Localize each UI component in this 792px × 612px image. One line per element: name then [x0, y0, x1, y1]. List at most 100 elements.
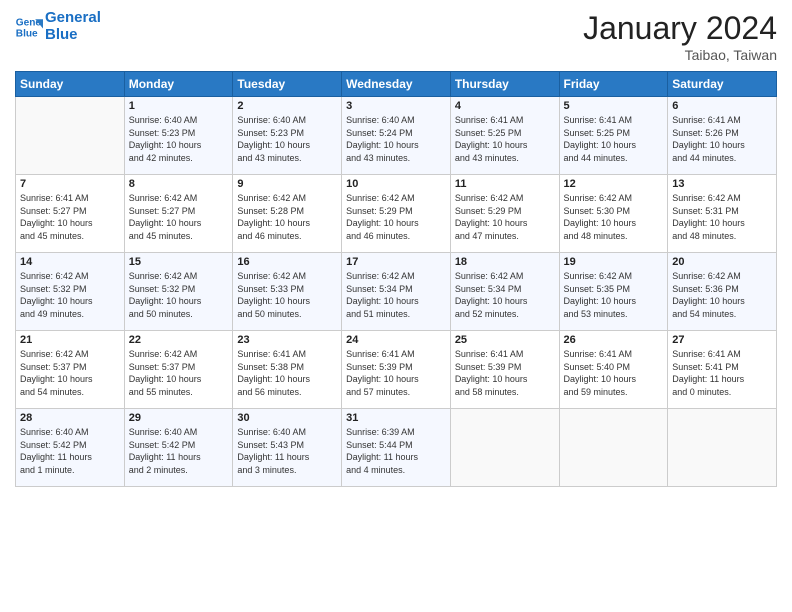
day-info: Sunrise: 6:41 AM Sunset: 5:25 PM Dayligh…: [455, 114, 555, 164]
calendar-cell: 7 Sunrise: 6:41 AM Sunset: 5:27 PM Daylig…: [16, 175, 125, 253]
logo: General Blue General Blue: [15, 10, 101, 43]
day-info: Sunrise: 6:42 AM Sunset: 5:31 PM Dayligh…: [672, 192, 772, 242]
calendar-header-row: SundayMondayTuesdayWednesdayThursdayFrid…: [16, 72, 777, 97]
day-info: Sunrise: 6:40 AM Sunset: 5:23 PM Dayligh…: [129, 114, 229, 164]
calendar-cell: 5 Sunrise: 6:41 AM Sunset: 5:25 PM Daylig…: [559, 97, 668, 175]
day-info: Sunrise: 6:42 AM Sunset: 5:37 PM Dayligh…: [20, 348, 120, 398]
day-number: 15: [129, 256, 229, 268]
calendar-cell: 20 Sunrise: 6:42 AM Sunset: 5:36 PM Dayli…: [668, 253, 777, 331]
calendar-cell: 17Sunrise: 6:42 AM Sunset: 5:34 PM Dayli…: [342, 253, 451, 331]
day-info: Sunrise: 6:41 AM Sunset: 5:39 PM Dayligh…: [346, 348, 446, 398]
calendar-cell: 22Sunrise: 6:42 AM Sunset: 5:37 PM Dayli…: [124, 331, 233, 409]
day-number: 6: [672, 100, 772, 112]
day-number: 17: [346, 256, 446, 268]
day-info: Sunrise: 6:42 AM Sunset: 5:36 PM Dayligh…: [672, 270, 772, 320]
calendar-cell: 16Sunrise: 6:42 AM Sunset: 5:33 PM Dayli…: [233, 253, 342, 331]
day-number: 10: [346, 178, 446, 190]
day-number: 11: [455, 178, 555, 190]
day-header-friday: Friday: [559, 72, 668, 97]
logo-text-general: General: [45, 10, 101, 27]
day-header-wednesday: Wednesday: [342, 72, 451, 97]
location-title: Taibao, Taiwan: [583, 47, 777, 63]
day-info: Sunrise: 6:41 AM Sunset: 5:26 PM Dayligh…: [672, 114, 772, 164]
day-info: Sunrise: 6:42 AM Sunset: 5:32 PM Dayligh…: [129, 270, 229, 320]
calendar-week-3: 14 Sunrise: 6:42 AM Sunset: 5:32 PM Dayli…: [16, 253, 777, 331]
calendar-cell: 25 Sunrise: 6:41 AM Sunset: 5:39 PM Dayli…: [450, 331, 559, 409]
calendar-week-2: 7 Sunrise: 6:41 AM Sunset: 5:27 PM Daylig…: [16, 175, 777, 253]
day-info: Sunrise: 6:42 AM Sunset: 5:37 PM Dayligh…: [129, 348, 229, 398]
calendar-cell: 3Sunrise: 6:40 AM Sunset: 5:24 PM Daylig…: [342, 97, 451, 175]
calendar-cell: 4 Sunrise: 6:41 AM Sunset: 5:25 PM Daylig…: [450, 97, 559, 175]
calendar-cell: 15 Sunrise: 6:42 AM Sunset: 5:32 PM Dayli…: [124, 253, 233, 331]
day-info: Sunrise: 6:42 AM Sunset: 5:29 PM Dayligh…: [346, 192, 446, 242]
day-info: Sunrise: 6:42 AM Sunset: 5:27 PM Dayligh…: [129, 192, 229, 242]
day-header-monday: Monday: [124, 72, 233, 97]
calendar-cell: 18 Sunrise: 6:42 AM Sunset: 5:34 PM Dayli…: [450, 253, 559, 331]
day-number: 21: [20, 334, 120, 346]
day-info: Sunrise: 6:41 AM Sunset: 5:38 PM Dayligh…: [237, 348, 337, 398]
day-number: 23: [237, 334, 337, 346]
day-number: 5: [564, 100, 664, 112]
calendar-cell: 31 Sunrise: 6:39 AM Sunset: 5:44 PM Dayli…: [342, 409, 451, 487]
day-info: Sunrise: 6:42 AM Sunset: 5:32 PM Dayligh…: [20, 270, 120, 320]
day-info: Sunrise: 6:40 AM Sunset: 5:42 PM Dayligh…: [20, 426, 120, 476]
day-number: 20: [672, 256, 772, 268]
calendar-cell: [16, 97, 125, 175]
calendar-cell: 30 Sunrise: 6:40 AM Sunset: 5:43 PM Dayli…: [233, 409, 342, 487]
day-number: 30: [237, 412, 337, 424]
day-number: 18: [455, 256, 555, 268]
calendar-cell: 2 Sunrise: 6:40 AM Sunset: 5:23 PM Daylig…: [233, 97, 342, 175]
day-info: Sunrise: 6:40 AM Sunset: 5:43 PM Dayligh…: [237, 426, 337, 476]
calendar-cell: 19Sunrise: 6:42 AM Sunset: 5:35 PM Dayli…: [559, 253, 668, 331]
day-number: 8: [129, 178, 229, 190]
day-number: 4: [455, 100, 555, 112]
day-number: 3: [346, 100, 446, 112]
svg-text:Blue: Blue: [16, 28, 38, 39]
logo-icon: General Blue: [15, 13, 43, 41]
logo-text-blue: Blue: [45, 27, 101, 44]
day-number: 25: [455, 334, 555, 346]
day-header-sunday: Sunday: [16, 72, 125, 97]
calendar-cell: 10 Sunrise: 6:42 AM Sunset: 5:29 PM Dayli…: [342, 175, 451, 253]
day-info: Sunrise: 6:41 AM Sunset: 5:41 PM Dayligh…: [672, 348, 772, 398]
day-info: Sunrise: 6:41 AM Sunset: 5:25 PM Dayligh…: [564, 114, 664, 164]
day-number: 12: [564, 178, 664, 190]
calendar-cell: 12Sunrise: 6:42 AM Sunset: 5:30 PM Dayli…: [559, 175, 668, 253]
calendar-cell: 13 Sunrise: 6:42 AM Sunset: 5:31 PM Dayli…: [668, 175, 777, 253]
calendar-cell: 28 Sunrise: 6:40 AM Sunset: 5:42 PM Dayli…: [16, 409, 125, 487]
day-info: Sunrise: 6:42 AM Sunset: 5:29 PM Dayligh…: [455, 192, 555, 242]
calendar-cell: 24 Sunrise: 6:41 AM Sunset: 5:39 PM Dayli…: [342, 331, 451, 409]
day-header-saturday: Saturday: [668, 72, 777, 97]
calendar-table: SundayMondayTuesdayWednesdayThursdayFrid…: [15, 71, 777, 487]
calendar-cell: 23 Sunrise: 6:41 AM Sunset: 5:38 PM Dayli…: [233, 331, 342, 409]
day-number: 31: [346, 412, 446, 424]
day-info: Sunrise: 6:41 AM Sunset: 5:27 PM Dayligh…: [20, 192, 120, 242]
day-number: 26: [564, 334, 664, 346]
day-number: 1: [129, 100, 229, 112]
calendar-cell: 8 Sunrise: 6:42 AM Sunset: 5:27 PM Daylig…: [124, 175, 233, 253]
day-header-thursday: Thursday: [450, 72, 559, 97]
day-info: Sunrise: 6:40 AM Sunset: 5:23 PM Dayligh…: [237, 114, 337, 164]
day-info: Sunrise: 6:42 AM Sunset: 5:35 PM Dayligh…: [564, 270, 664, 320]
calendar-cell: 1 Sunrise: 6:40 AM Sunset: 5:23 PM Daylig…: [124, 97, 233, 175]
calendar-cell: [559, 409, 668, 487]
day-number: 13: [672, 178, 772, 190]
day-info: Sunrise: 6:39 AM Sunset: 5:44 PM Dayligh…: [346, 426, 446, 476]
day-header-tuesday: Tuesday: [233, 72, 342, 97]
day-info: Sunrise: 6:42 AM Sunset: 5:33 PM Dayligh…: [237, 270, 337, 320]
day-number: 24: [346, 334, 446, 346]
day-info: Sunrise: 6:42 AM Sunset: 5:34 PM Dayligh…: [455, 270, 555, 320]
title-block: January 2024 Taibao, Taiwan: [583, 10, 777, 63]
day-number: 7: [20, 178, 120, 190]
day-info: Sunrise: 6:40 AM Sunset: 5:42 PM Dayligh…: [129, 426, 229, 476]
calendar-cell: 21 Sunrise: 6:42 AM Sunset: 5:37 PM Dayli…: [16, 331, 125, 409]
header: General Blue General Blue January 2024 T…: [15, 10, 777, 63]
day-info: Sunrise: 6:41 AM Sunset: 5:39 PM Dayligh…: [455, 348, 555, 398]
day-number: 28: [20, 412, 120, 424]
page: General Blue General Blue January 2024 T…: [0, 0, 792, 612]
day-info: Sunrise: 6:42 AM Sunset: 5:28 PM Dayligh…: [237, 192, 337, 242]
day-number: 2: [237, 100, 337, 112]
calendar-week-5: 28 Sunrise: 6:40 AM Sunset: 5:42 PM Dayli…: [16, 409, 777, 487]
calendar-cell: 27Sunrise: 6:41 AM Sunset: 5:41 PM Dayli…: [668, 331, 777, 409]
day-number: 14: [20, 256, 120, 268]
